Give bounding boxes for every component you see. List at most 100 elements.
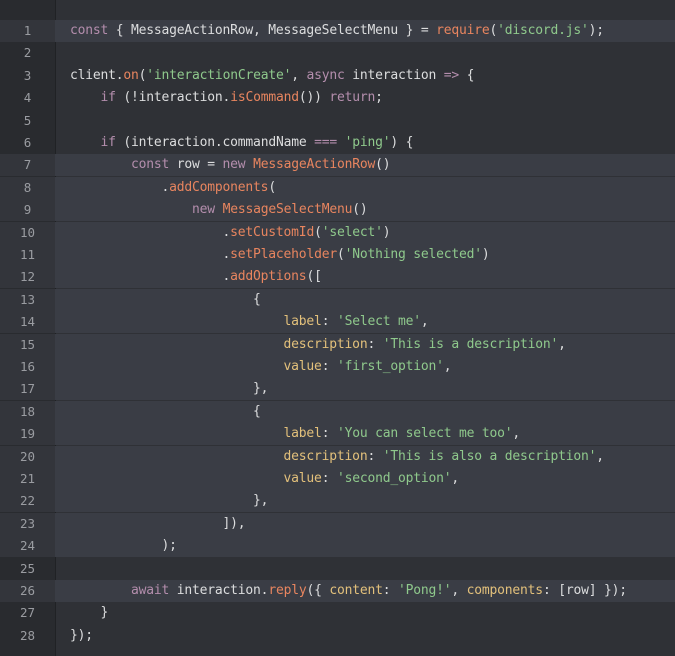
code-token-plain: , bbox=[291, 67, 307, 83]
code-line[interactable]: 4 if (!interaction.isCommand()) return; bbox=[0, 87, 675, 109]
code-token-plain: interaction. bbox=[169, 583, 269, 598]
code-text: { bbox=[70, 289, 261, 311]
code-text: await interaction.reply({ content: 'Pong… bbox=[70, 580, 627, 602]
line-number: 23 bbox=[0, 512, 55, 535]
code-token-fn: setCustomId bbox=[230, 224, 315, 240]
code-line[interactable]: 9 new MessageSelectMenu() bbox=[0, 199, 675, 222]
code-token-plain: ([ bbox=[306, 269, 322, 285]
code-token-prop: label bbox=[283, 314, 322, 330]
code-token-plain: , bbox=[451, 471, 459, 486]
code-token-plain: }, bbox=[70, 493, 269, 509]
line-number: 12 bbox=[0, 266, 55, 289]
code-token-fn: addComponents bbox=[169, 179, 269, 195]
code-text: ); bbox=[70, 535, 177, 557]
code-token-plain: , bbox=[420, 314, 429, 330]
code-token-plain: : bbox=[367, 448, 383, 464]
code-line[interactable]: 3 client.on('interactionCreate', async in… bbox=[0, 65, 675, 87]
code-token-kw: if bbox=[100, 135, 116, 150]
code-token-plain: ); bbox=[588, 23, 604, 38]
code-text: label: 'Select me', bbox=[70, 311, 429, 333]
code-token-kw: === bbox=[314, 135, 337, 150]
code-line[interactable]: 1 const { MessageActionRow, MessageSelect… bbox=[0, 20, 675, 42]
code-line[interactable]: 8 .addComponents( bbox=[0, 176, 675, 199]
code-token-plain: , bbox=[596, 448, 604, 464]
code-line[interactable]: 26 await interaction.reply({ content: 'P… bbox=[0, 580, 675, 602]
code-token-fn: addOptions bbox=[230, 269, 307, 285]
code-token-plain: ()) bbox=[298, 90, 330, 106]
code-token-plain: ]), bbox=[70, 515, 246, 531]
line-number: 18 bbox=[0, 400, 55, 423]
code-token-str: 'select' bbox=[321, 224, 383, 240]
code-token-prop: description bbox=[283, 336, 368, 352]
code-token-plain: : bbox=[321, 426, 337, 442]
code-token-kw: new bbox=[222, 157, 246, 173]
line-number: 19 bbox=[0, 423, 55, 446]
code-text: .setPlaceholder('Nothing selected') bbox=[70, 244, 490, 266]
code-text: .addOptions([ bbox=[70, 266, 322, 288]
code-line[interactable]: 20 description: 'This is also a descript… bbox=[0, 445, 675, 468]
code-line[interactable]: 17 }, bbox=[0, 378, 675, 401]
code-text: description: 'This is a description', bbox=[70, 334, 566, 356]
code-line[interactable]: 13 { bbox=[0, 288, 675, 311]
line-number: 3 bbox=[23, 67, 32, 83]
code-token-fn: isCommand bbox=[230, 90, 299, 106]
code-text: if (!interaction.isCommand()) return; bbox=[70, 87, 383, 109]
line-number: 11 bbox=[0, 244, 55, 266]
code-token-plain: client. bbox=[70, 67, 124, 83]
code-token-prop: value bbox=[283, 471, 322, 486]
code-token-str: 'Nothing selected' bbox=[344, 247, 482, 262]
code-editor[interactable]: 1 const { MessageActionRow, MessageSelect… bbox=[0, 0, 675, 656]
code-line[interactable]: 28}); bbox=[0, 625, 675, 647]
code-token-plain: ) bbox=[382, 224, 391, 240]
code-line[interactable]: 21 value: 'second_option', bbox=[0, 468, 675, 490]
code-token-kw: const bbox=[70, 23, 109, 38]
code-line[interactable]: 12 .addOptions([ bbox=[0, 266, 675, 289]
code-line[interactable]: 11 .setPlaceholder('Nothing selected') bbox=[0, 244, 675, 266]
code-token-fn: reply bbox=[268, 583, 307, 598]
code-line[interactable]: 25 bbox=[0, 558, 675, 580]
code-line[interactable]: 27 } bbox=[0, 602, 675, 624]
code-token-plain: , bbox=[443, 359, 452, 374]
code-token-str: 'You can select me too' bbox=[336, 426, 513, 442]
code-line[interactable]: 14 label: 'Select me', bbox=[0, 311, 675, 334]
code-token-plain: . bbox=[70, 179, 170, 195]
code-line[interactable]: 10 .setCustomId('select') bbox=[0, 221, 675, 244]
code-token-str: 'interactionCreate' bbox=[146, 67, 292, 83]
code-line[interactable]: 5 bbox=[0, 110, 675, 132]
code-token-fn: on bbox=[123, 67, 139, 83]
line-number: 10 bbox=[0, 221, 55, 244]
code-token-str: 'discord.js' bbox=[497, 23, 589, 38]
line-number: 16 bbox=[0, 356, 55, 378]
line-number: 26 bbox=[0, 580, 55, 602]
code-line[interactable]: 2 bbox=[0, 42, 675, 64]
code-line[interactable]: 15 description: 'This is a description', bbox=[0, 333, 675, 356]
code-line[interactable]: 22 }, bbox=[0, 490, 675, 513]
code-text: }, bbox=[70, 490, 268, 512]
line-number: 7 bbox=[0, 154, 55, 177]
line-number: 1 bbox=[0, 20, 55, 42]
code-text: }); bbox=[70, 625, 93, 647]
code-token-plain: : bbox=[321, 471, 337, 486]
code-text: const row = new MessageActionRow() bbox=[70, 154, 391, 176]
code-token-plain: : [row] }); bbox=[542, 583, 627, 598]
line-number: 25 bbox=[19, 560, 36, 576]
code-token-str: 'Select me' bbox=[336, 314, 421, 330]
code-line[interactable]: 7 const row = new MessageActionRow() bbox=[0, 154, 675, 177]
line-number: 14 bbox=[0, 311, 55, 334]
code-line[interactable]: 24 ); bbox=[0, 535, 675, 558]
code-token-plain: ( bbox=[268, 179, 276, 195]
code-line[interactable]: 16 value: 'first_option', bbox=[0, 356, 675, 378]
code-line[interactable]: 23 ]), bbox=[0, 512, 675, 535]
code-line[interactable]: 19 label: 'You can select me too', bbox=[0, 423, 675, 446]
code-token-kw: => bbox=[443, 67, 460, 83]
code-line[interactable]: 6 if (interaction.commandName === 'ping'… bbox=[0, 132, 675, 154]
code-token-plain: ; bbox=[375, 90, 383, 106]
code-line[interactable]: 18 { bbox=[0, 400, 675, 423]
line-number: 22 bbox=[0, 490, 55, 513]
code-token-str: 'Pong!' bbox=[398, 583, 452, 598]
